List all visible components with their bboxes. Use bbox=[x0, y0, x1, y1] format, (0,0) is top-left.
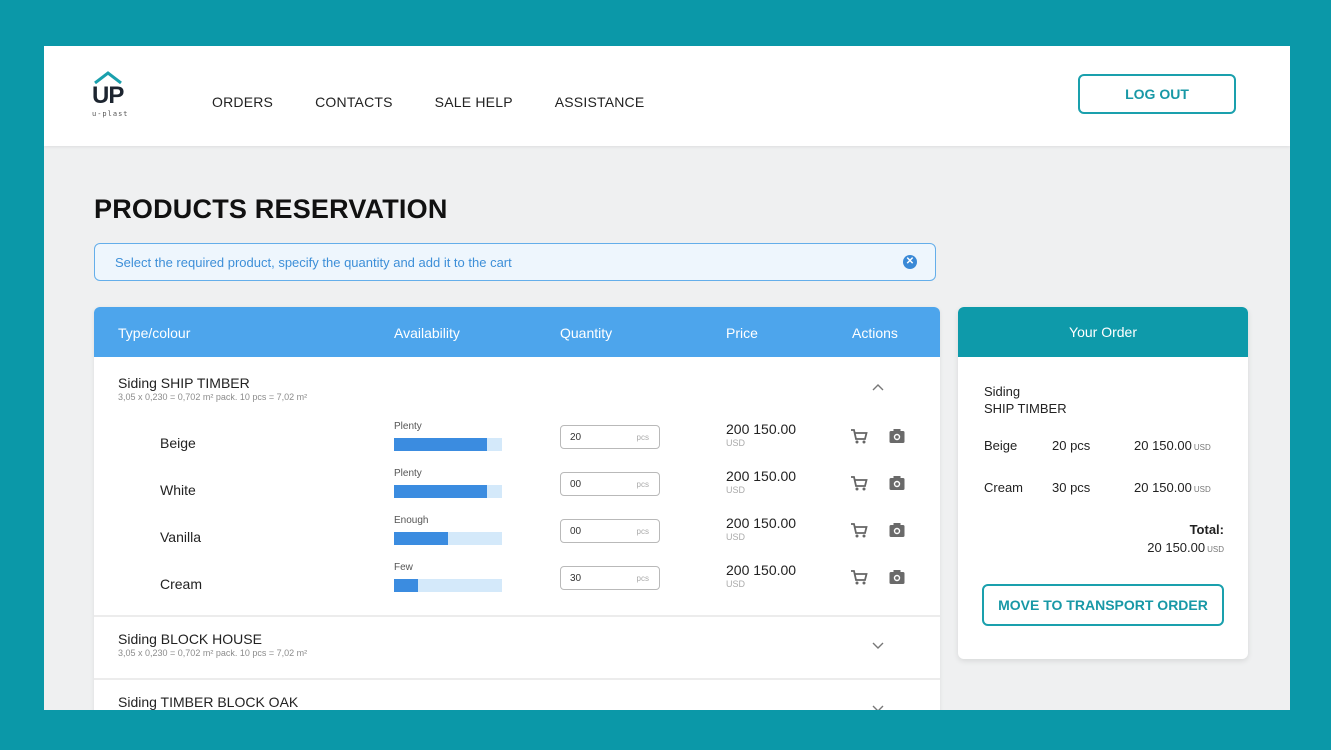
quantity-value: 20 bbox=[570, 432, 582, 443]
camera-icon[interactable] bbox=[888, 474, 906, 492]
order-item-amount-wrap: 20 150.00 USD bbox=[1134, 438, 1211, 453]
table-row: Cream Few 30 pcs 200 150.00 USD bbox=[94, 562, 940, 608]
quantity-value: 00 bbox=[570, 526, 582, 537]
availability-bar bbox=[394, 438, 502, 451]
availability-bar-fill bbox=[394, 579, 418, 592]
quantity-unit: pcs bbox=[636, 527, 649, 536]
hint-text: Select the required product, specify the… bbox=[115, 254, 512, 270]
order-total-wrap: 20 150.00 USD bbox=[1147, 540, 1224, 555]
camera-icon[interactable] bbox=[888, 427, 906, 445]
order-item-color: Cream bbox=[984, 480, 1024, 495]
chevron-up-icon[interactable] bbox=[872, 383, 884, 391]
quantity-unit: pcs bbox=[636, 480, 649, 489]
group-title: Siding SHIP TIMBER bbox=[118, 375, 250, 391]
main-nav: ORDERS CONTACTS SALE HELP ASSISTANCE bbox=[212, 94, 686, 110]
table-row: Beige Plenty 20 pcs 200 150.00 USD bbox=[94, 421, 940, 467]
quantity-input[interactable]: 20 pcs bbox=[560, 425, 660, 449]
app-window: UP u-plast ORDERS CONTACTS SALE HELP ASS… bbox=[44, 46, 1290, 710]
order-item-qty: 30 pcs bbox=[1052, 480, 1091, 495]
close-icon[interactable]: ✕ bbox=[903, 255, 917, 269]
move-to-transport-order-button[interactable]: MOVE TO TRANSPORT ORDER bbox=[982, 584, 1224, 626]
group-divider bbox=[94, 678, 940, 680]
row-color-name: Vanilla bbox=[160, 529, 201, 545]
column-header-type: Type/colour bbox=[118, 325, 191, 341]
price-currency: USD bbox=[726, 532, 746, 542]
order-item-currency: USD bbox=[1193, 485, 1211, 494]
availability-bar bbox=[394, 579, 502, 592]
chevron-down-icon[interactable] bbox=[872, 642, 884, 650]
quantity-input[interactable]: 00 pcs bbox=[560, 472, 660, 496]
row-color-name: Beige bbox=[160, 435, 196, 451]
nav-item-orders[interactable]: ORDERS bbox=[212, 94, 273, 110]
camera-icon[interactable] bbox=[888, 568, 906, 586]
column-header-actions: Actions bbox=[852, 325, 898, 341]
price-value: 200 150.00 bbox=[726, 468, 797, 484]
top-header: UP u-plast ORDERS CONTACTS SALE HELP ASS… bbox=[44, 46, 1290, 146]
availability-label: Plenty bbox=[394, 421, 422, 432]
column-header-price: Price bbox=[726, 325, 758, 341]
order-item-currency: USD bbox=[1193, 443, 1211, 452]
column-header-availability: Availability bbox=[394, 325, 460, 341]
group-title: Siding BLOCK HOUSE bbox=[118, 631, 262, 647]
order-total-currency: USD bbox=[1207, 545, 1224, 554]
group-subtitle: 3,05 x 0,230 = 0,702 m² pack. 10 pcs = 7… bbox=[118, 392, 308, 402]
order-item-amount: 20 150.00 bbox=[1134, 438, 1192, 453]
group-subtitle: 3,05 x 0,230 = 0,702 m² pack. 10 pcs = 7… bbox=[118, 648, 308, 658]
price-currency: USD bbox=[726, 485, 746, 495]
brand-logo[interactable]: UP u-plast bbox=[92, 70, 144, 120]
logo-subtext: u-plast bbox=[92, 110, 129, 118]
group-title: Siding TIMBER BLOCK OAK bbox=[118, 694, 299, 710]
cart-icon[interactable] bbox=[850, 521, 868, 539]
availability-bar bbox=[394, 485, 502, 498]
order-item-amount: 20 150.00 bbox=[1134, 480, 1192, 495]
camera-icon[interactable] bbox=[888, 521, 906, 539]
order-total-label: Total: bbox=[1189, 522, 1224, 537]
price-value: 200 150.00 bbox=[726, 562, 797, 578]
quantity-input[interactable]: 00 pcs bbox=[560, 519, 660, 543]
page-title: PRODUCTS RESERVATION bbox=[94, 194, 448, 224]
nav-item-contacts[interactable]: CONTACTS bbox=[315, 94, 393, 110]
price-value: 200 150.00 bbox=[726, 515, 797, 531]
availability-bar bbox=[394, 532, 502, 545]
logout-button[interactable]: LOG OUT bbox=[1078, 74, 1236, 114]
order-product-line2: SHIP TIMBER bbox=[984, 401, 1067, 416]
cart-icon[interactable] bbox=[850, 568, 868, 586]
logo-text: UP bbox=[92, 82, 124, 109]
table-row: White Plenty 00 pcs 200 150.00 USD bbox=[94, 468, 940, 514]
availability-bar-fill bbox=[394, 485, 487, 498]
order-total-amount: 20 150.00 bbox=[1147, 540, 1206, 555]
cart-icon[interactable] bbox=[850, 474, 868, 492]
price-value: 200 150.00 bbox=[726, 421, 797, 437]
availability-label: Plenty bbox=[394, 468, 422, 479]
row-color-name: White bbox=[160, 482, 196, 498]
table-row: Vanilla Enough 00 pcs 200 150.00 USD bbox=[94, 515, 940, 561]
products-table: Type/colour Availability Quantity Price … bbox=[94, 307, 940, 710]
column-header-quantity: Quantity bbox=[560, 325, 613, 341]
quantity-value: 00 bbox=[570, 479, 582, 490]
quantity-input[interactable]: 30 pcs bbox=[560, 566, 660, 590]
quantity-unit: pcs bbox=[636, 433, 649, 442]
cart-icon[interactable] bbox=[850, 427, 868, 445]
nav-item-sale-help[interactable]: SALE HELP bbox=[435, 94, 513, 110]
order-item-amount-wrap: 20 150.00 USD bbox=[1134, 480, 1211, 495]
quantity-value: 30 bbox=[570, 573, 582, 584]
price-currency: USD bbox=[726, 438, 746, 448]
price-currency: USD bbox=[726, 579, 746, 589]
availability-label: Few bbox=[394, 562, 413, 573]
quantity-unit: pcs bbox=[636, 574, 649, 583]
order-product-line1: Siding bbox=[984, 384, 1021, 399]
order-item-color: Beige bbox=[984, 438, 1018, 453]
order-summary-card: Your Order Siding SHIP TIMBER Beige 20 p… bbox=[958, 307, 1248, 659]
availability-bar-fill bbox=[394, 532, 448, 545]
group-divider bbox=[94, 615, 940, 617]
availability-label: Enough bbox=[394, 515, 429, 526]
nav-item-assistance[interactable]: ASSISTANCE bbox=[555, 94, 645, 110]
order-summary-header: Your Order bbox=[958, 307, 1248, 357]
order-item-qty: 20 pcs bbox=[1052, 438, 1091, 453]
availability-bar-fill bbox=[394, 438, 487, 451]
row-color-name: Cream bbox=[160, 576, 203, 592]
table-header: Type/colour Availability Quantity Price … bbox=[94, 307, 940, 357]
chevron-down-icon[interactable] bbox=[872, 705, 884, 710]
hint-banner: Select the required product, specify the… bbox=[94, 243, 936, 281]
